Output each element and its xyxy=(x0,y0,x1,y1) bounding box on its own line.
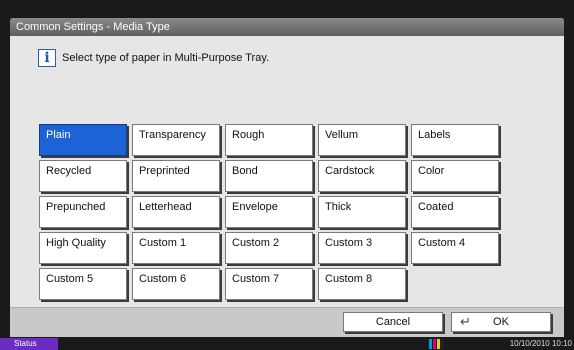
media-type-screen: Common Settings - Media Type i Select ty… xyxy=(10,18,564,337)
media-type-button-recycled[interactable]: Recycled xyxy=(39,160,127,192)
media-type-button-custom-8[interactable]: Custom 8 xyxy=(318,268,406,300)
media-type-button-color[interactable]: Color xyxy=(411,160,499,192)
info-message: Select type of paper in Multi-Purpose Tr… xyxy=(62,52,270,64)
media-type-button-custom-3[interactable]: Custom 3 xyxy=(318,232,406,264)
media-type-button-preprinted[interactable]: Preprinted xyxy=(132,160,220,192)
window-title: Common Settings - Media Type xyxy=(10,18,564,36)
media-type-button-prepunched[interactable]: Prepunched xyxy=(39,196,127,228)
info-message-row: i Select type of paper in Multi-Purpose … xyxy=(38,48,269,68)
media-type-button-bond[interactable]: Bond xyxy=(225,160,313,192)
media-type-button-custom-4[interactable]: Custom 4 xyxy=(411,232,499,264)
media-type-button-plain[interactable]: Plain xyxy=(39,124,127,156)
media-type-button-custom-7[interactable]: Custom 7 xyxy=(225,268,313,300)
media-type-button-thick[interactable]: Thick xyxy=(318,196,406,228)
media-type-button-rough[interactable]: Rough xyxy=(225,124,313,156)
media-type-grid: Plain Transparency Rough Vellum Labels Recycl… xyxy=(39,124,499,300)
media-type-button-custom-6[interactable]: Custom 6 xyxy=(132,268,220,300)
ok-button[interactable]: ↵ OK xyxy=(451,312,551,332)
return-arrow-icon: ↵ xyxy=(460,314,471,329)
media-type-button-cardstock[interactable]: Cardstock xyxy=(318,160,406,192)
ok-button-label: OK xyxy=(493,316,509,328)
media-type-button-transparency[interactable]: Transparency xyxy=(132,124,220,156)
info-icon: i xyxy=(38,49,56,67)
status-button[interactable]: Status xyxy=(0,338,58,350)
cancel-button-label: Cancel xyxy=(375,316,411,328)
media-type-button-vellum[interactable]: Vellum xyxy=(318,124,406,156)
cancel-button[interactable]: Cancel xyxy=(343,312,443,332)
media-type-button-letterhead[interactable]: Letterhead xyxy=(132,196,220,228)
footer-bar: Cancel ↵ OK xyxy=(10,307,564,337)
toner-level-icon xyxy=(429,339,444,349)
media-type-button-coated[interactable]: Coated xyxy=(411,196,499,228)
status-bar: Status 10/10/2010 10:10 xyxy=(0,338,574,350)
datetime: 10/10/2010 10:10 xyxy=(509,339,572,348)
media-type-button-custom-5[interactable]: Custom 5 xyxy=(39,268,127,300)
media-type-button-high-quality[interactable]: High Quality xyxy=(39,232,127,264)
media-type-button-envelope[interactable]: Envelope xyxy=(225,196,313,228)
media-type-button-labels[interactable]: Labels xyxy=(411,124,499,156)
media-type-button-custom-1[interactable]: Custom 1 xyxy=(132,232,220,264)
media-type-button-custom-2[interactable]: Custom 2 xyxy=(225,232,313,264)
